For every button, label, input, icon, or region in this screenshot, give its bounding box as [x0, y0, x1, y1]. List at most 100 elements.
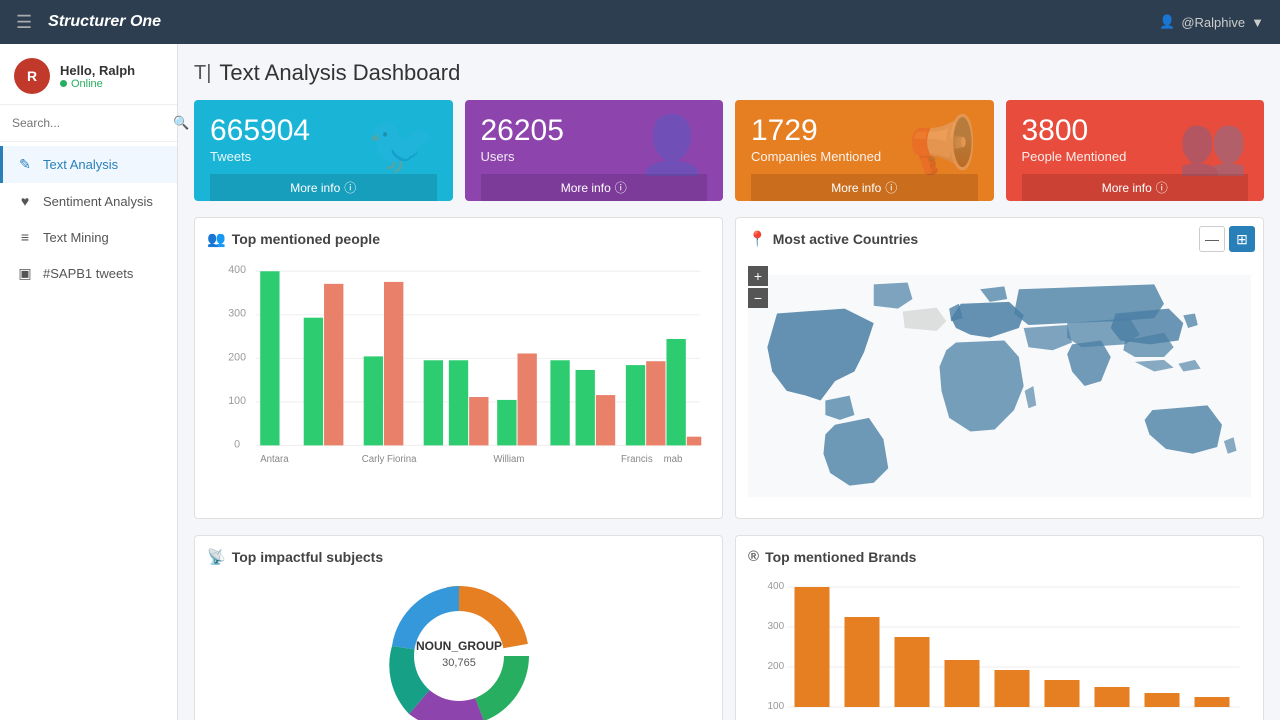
- sidebar: R Hello, Ralph Online 🔍 ✎ Text Analysis …: [0, 44, 178, 720]
- top-brands-title-text: Top mentioned Brands: [765, 549, 916, 565]
- top-people-panel: 👥 Top mentioned people 400 300 200 100 0: [194, 217, 723, 519]
- sidebar-search-bar[interactable]: 🔍: [0, 105, 177, 142]
- brands-panel-icon: ®: [748, 548, 759, 565]
- username: @Ralphive: [1181, 15, 1245, 30]
- map-grid-view-button[interactable]: ⊞: [1229, 226, 1255, 252]
- map-title: 📍 Most active Countries: [748, 230, 918, 248]
- svg-text:NOUN_GROUP: NOUN_GROUP: [415, 639, 501, 653]
- stats-row: 🐦 665904 Tweets More info ⓘ 👤 26205 User…: [194, 100, 1264, 201]
- world-map-svg: [748, 266, 1251, 506]
- sidebar-item-sapb1-tweets[interactable]: ▣ #SAPB1 tweets: [0, 255, 177, 292]
- tweets-bg-icon: 🐦: [367, 112, 437, 178]
- map-area: + −: [748, 266, 1251, 506]
- users-more-info-text: More info: [561, 181, 611, 195]
- svg-text:mab: mab: [664, 454, 683, 465]
- map-title-text: Most active Countries: [773, 231, 918, 247]
- profile-status: Online: [60, 78, 135, 90]
- svg-text:30,765: 30,765: [442, 657, 476, 669]
- charts-row-1: 👥 Top mentioned people 400 300 200 100 0: [194, 217, 1264, 519]
- svg-text:100: 100: [228, 395, 246, 407]
- text-analysis-icon: ✎: [17, 156, 33, 173]
- svg-text:Francis: Francis: [621, 454, 653, 465]
- main-layout: R Hello, Ralph Online 🔍 ✎ Text Analysis …: [0, 44, 1280, 720]
- stat-card-people: 👥 3800 People Mentioned More info ⓘ: [1006, 100, 1265, 201]
- svg-text:200: 200: [228, 351, 246, 363]
- companies-label: Companies Mentioned: [751, 149, 978, 164]
- svg-text:400: 400: [228, 264, 246, 276]
- user-menu[interactable]: 👤 @Ralphive ▼: [1159, 14, 1264, 30]
- top-people-title: 👥 Top mentioned people: [207, 230, 710, 248]
- svg-text:300: 300: [768, 621, 785, 632]
- companies-bg-icon: 📢: [908, 112, 978, 178]
- svg-text:200: 200: [768, 661, 785, 672]
- sentiment-icon: ♥: [17, 193, 33, 209]
- svg-text:100: 100: [768, 701, 785, 712]
- avatar: R: [14, 58, 50, 94]
- svg-text:William: William: [493, 454, 524, 465]
- top-brands-title: ® Top mentioned Brands: [748, 548, 1251, 565]
- text-mining-icon: ≡: [17, 229, 33, 245]
- top-nav: ☰ Structurer One 👤 @Ralphive ▼: [0, 0, 1280, 44]
- top-people-chart: 400 300 200 100 0: [207, 258, 710, 478]
- svg-text:300: 300: [228, 308, 246, 320]
- tweets-icon: ▣: [17, 265, 33, 282]
- users-label: Users: [481, 149, 708, 164]
- map-panel-controls: — ⊞: [1199, 226, 1255, 252]
- people-bg-icon: 👥: [1178, 112, 1248, 178]
- map-zoom-controls: + −: [748, 266, 768, 308]
- tweets-more-info[interactable]: More info ⓘ: [210, 174, 437, 201]
- people-more-info-icon: ⓘ: [1156, 179, 1168, 196]
- profile-text: Hello, Ralph Online: [60, 63, 135, 90]
- sidebar-label-sentiment-analysis: Sentiment Analysis: [43, 194, 153, 209]
- brands-chart-svg: 400 300 200 100: [748, 575, 1251, 720]
- sidebar-item-text-analysis[interactable]: ✎ Text Analysis: [0, 146, 177, 183]
- svg-text:Carly Fiorina: Carly Fiorina: [362, 454, 417, 465]
- top-subjects-title-text: Top impactful subjects: [232, 549, 383, 565]
- sidebar-label-text-analysis: Text Analysis: [43, 157, 118, 172]
- users-more-info[interactable]: More info ⓘ: [481, 174, 708, 201]
- map-panel-header: 📍 Most active Countries — ⊞: [748, 230, 1251, 258]
- dropdown-arrow-icon: ▼: [1251, 15, 1264, 30]
- sidebar-label-sapb1-tweets: #SAPB1 tweets: [43, 266, 133, 281]
- app-logo: Structurer One: [48, 13, 161, 31]
- people-more-info-text: More info: [1102, 181, 1152, 195]
- stat-card-users: 👤 26205 Users More info ⓘ: [465, 100, 724, 201]
- status-dot-icon: [60, 80, 67, 87]
- stat-card-tweets: 🐦 665904 Tweets More info ⓘ: [194, 100, 453, 201]
- subjects-panel-icon: 📡: [207, 548, 226, 566]
- page-title-text: Text Analysis Dashboard: [219, 60, 460, 86]
- companies-more-info-icon: ⓘ: [885, 179, 897, 196]
- top-subjects-panel: 📡 Top impactful subjects: [194, 535, 723, 720]
- map-panel-icon: 📍: [748, 230, 767, 248]
- tweets-label: Tweets: [210, 149, 437, 164]
- sidebar-profile: R Hello, Ralph Online: [0, 44, 177, 105]
- svg-text:400: 400: [768, 581, 785, 592]
- hamburger-icon[interactable]: ☰: [16, 12, 32, 33]
- map-zoom-out-button[interactable]: −: [748, 288, 768, 308]
- title-icon: T|: [194, 62, 211, 85]
- page-title: T| Text Analysis Dashboard: [194, 60, 1264, 86]
- more-info-icon: ⓘ: [344, 179, 356, 196]
- more-info-text: More info: [290, 181, 340, 195]
- bottom-row: 📡 Top impactful subjects: [194, 535, 1264, 720]
- map-list-view-button[interactable]: —: [1199, 226, 1225, 252]
- people-panel-icon: 👥: [207, 230, 226, 248]
- companies-more-info[interactable]: More info ⓘ: [751, 174, 978, 201]
- brands-chart-area: 400 300 200 100: [748, 575, 1251, 720]
- search-input[interactable]: [12, 116, 167, 130]
- top-people-title-text: Top mentioned people: [232, 231, 380, 247]
- user-icon: 👤: [1159, 14, 1175, 30]
- svg-text:Antara: Antara: [260, 454, 289, 465]
- sidebar-item-sentiment-analysis[interactable]: ♥ Sentiment Analysis: [0, 183, 177, 219]
- companies-more-info-text: More info: [831, 181, 881, 195]
- sidebar-item-text-mining[interactable]: ≡ Text Mining: [0, 219, 177, 255]
- map-zoom-in-button[interactable]: +: [748, 266, 768, 286]
- top-subjects-title: 📡 Top impactful subjects: [207, 548, 710, 566]
- people-more-info[interactable]: More info ⓘ: [1022, 174, 1249, 201]
- svg-text:0: 0: [234, 438, 240, 450]
- map-panel: 📍 Most active Countries — ⊞ + −: [735, 217, 1264, 519]
- people-label: People Mentioned: [1022, 149, 1249, 164]
- donut-chart-svg: NOUN_GROUP 30,765: [359, 566, 559, 720]
- sidebar-nav: ✎ Text Analysis ♥ Sentiment Analysis ≡ T…: [0, 142, 177, 720]
- bar-chart-svg: 400 300 200 100 0: [207, 258, 710, 478]
